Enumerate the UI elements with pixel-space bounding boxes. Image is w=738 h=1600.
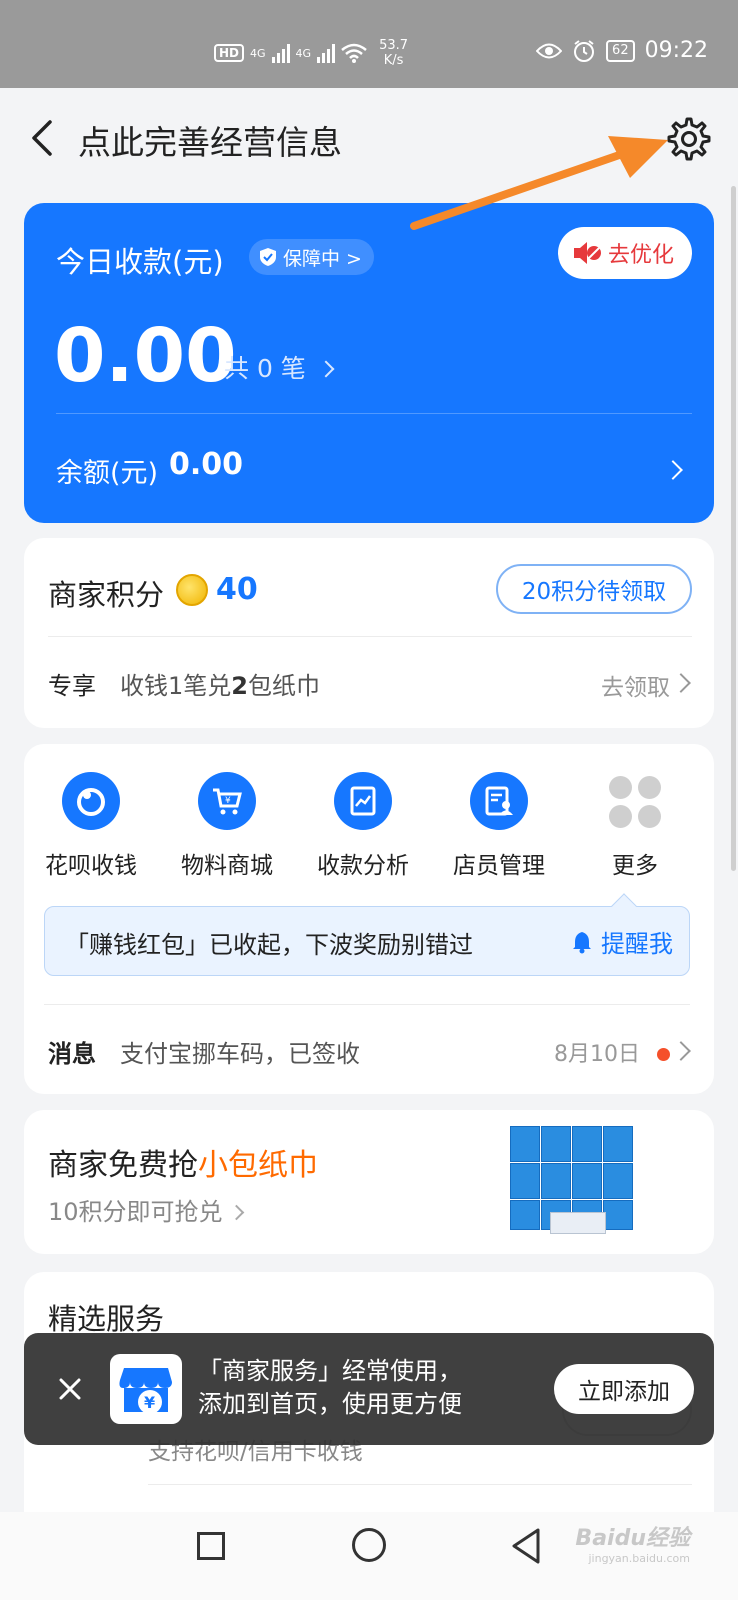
home-button[interactable] — [352, 1528, 386, 1562]
battery-icon: 62 — [606, 39, 635, 62]
page-title[interactable]: 点此完善经营信息 — [78, 116, 342, 164]
more-icon — [609, 776, 661, 828]
system-nav-bar: Baidu经验 jingyan.baidu.com — [0, 1512, 738, 1600]
exclusive-label: 专享 — [48, 672, 96, 700]
services-card: 花呗收钱 ¥ 物料商城 收款分析 店员管理 更多 「赚钱红包」已收起，下波奖励别… — [24, 744, 714, 1094]
merchant-points-card: 商家积分 40 20积分待领取 专享 收钱1笔兑2包纸巾 去领取 — [24, 538, 714, 728]
today-income-label: 今日收款(元) — [56, 245, 224, 279]
today-income-card[interactable]: 今日收款(元) 保障中 > 去优化 0.00 共 0 笔 余额(元) 0.00 — [24, 203, 714, 523]
service-huabei[interactable]: 花呗收钱 — [26, 772, 156, 880]
signal-icon — [271, 43, 290, 63]
transaction-count[interactable]: 共 0 笔 — [224, 349, 335, 385]
alarm-icon — [574, 39, 595, 62]
toast-message: 「商家服务」经常使用， 添加到首页，使用更方便 — [198, 1357, 462, 1418]
red-packet-tip: 「赚钱红包」已收起，下波奖励别错过 提醒我 — [44, 893, 690, 976]
hd-icon: HD — [214, 44, 245, 62]
close-icon[interactable] — [50, 1369, 90, 1409]
recents-button[interactable] — [197, 1532, 225, 1560]
service-label: 收款分析 — [317, 853, 409, 879]
points-value: 40 — [216, 572, 258, 607]
service-label: 更多 — [612, 853, 658, 879]
annotation-arrow-icon — [410, 136, 668, 230]
unread-dot — [657, 1048, 670, 1061]
message-text[interactable]: 支付宝挪车码，已签收 — [120, 1034, 360, 1069]
tip-arrow — [611, 893, 637, 919]
message-label: 消息 — [48, 1040, 96, 1068]
status-bar: HD 4G 4G 53.7 K/s 62 09:22 — [0, 0, 738, 88]
merchant-service-app-icon: ¥ — [110, 1354, 182, 1424]
watermark: Baidu经验 jingyan.baidu.com — [575, 1526, 690, 1565]
status-left: HD 4G 4G 53.7 K/s — [214, 38, 408, 68]
tip-text: 「赚钱红包」已收起，下波奖励别错过 — [65, 931, 473, 959]
optimize-label: 去优化 — [607, 243, 674, 268]
protection-label: 保障中 > — [283, 247, 362, 270]
divider — [148, 1484, 692, 1485]
service-income-analysis[interactable]: 收款分析 — [298, 772, 428, 880]
chevron-right-icon[interactable] — [663, 460, 683, 480]
add-to-home-toast: ¥ 「商家服务」经常使用， 添加到首页，使用更方便 立即添加 — [24, 1333, 714, 1445]
add-now-button[interactable]: 立即添加 — [554, 1364, 694, 1414]
chart-icon — [334, 772, 392, 830]
scrollbar[interactable] — [731, 186, 736, 871]
tissue-boxes-image — [510, 1126, 636, 1238]
service-staff-management[interactable]: 店员管理 — [434, 772, 564, 880]
back-triangle-icon[interactable] — [508, 1526, 546, 1566]
svg-text:¥: ¥ — [144, 1393, 155, 1412]
selected-services-title: 精选服务 — [48, 1302, 165, 1336]
divider — [56, 413, 692, 414]
divider — [44, 1004, 690, 1005]
balance-value: 0.00 — [169, 447, 244, 482]
free-tissue-promo-card[interactable]: 商家免费抢小包纸巾 10积分即可抢兑 — [24, 1110, 714, 1254]
eye-icon — [536, 43, 563, 58]
chevron-right-icon[interactable] — [671, 1041, 691, 1061]
clock: 09:22 — [644, 38, 708, 63]
service-label: 花呗收钱 — [45, 853, 137, 879]
svg-text:¥: ¥ — [225, 796, 231, 806]
promo-title: 商家免费抢小包纸巾 — [48, 1148, 318, 1183]
status-right: 62 09:22 — [536, 38, 708, 63]
balance-label: 余额(元) — [56, 458, 159, 489]
chevron-right-icon[interactable] — [671, 673, 691, 693]
exclusive-action[interactable]: 去领取 — [601, 668, 670, 702]
remind-me-label: 提醒我 — [601, 930, 673, 958]
remind-me-button[interactable]: 提醒我 — [571, 924, 673, 959]
today-amount: 0.00 — [54, 313, 237, 399]
service-more[interactable]: 更多 — [570, 772, 700, 880]
protection-badge[interactable]: 保障中 > — [249, 239, 374, 275]
network-label-b: 4G — [295, 46, 312, 60]
network-label-a: 4G — [250, 46, 266, 60]
network-speed: 53.7 K/s — [379, 38, 409, 68]
service-label: 店员管理 — [453, 853, 545, 879]
coin-icon — [176, 574, 208, 606]
cart-icon: ¥ — [198, 772, 256, 830]
speaker-icon — [573, 242, 601, 264]
divider — [48, 636, 692, 637]
wifi-icon — [341, 43, 367, 63]
claim-points-button[interactable]: 20积分待领取 — [496, 564, 692, 614]
bell-icon — [573, 931, 591, 953]
service-label: 物料商城 — [181, 853, 273, 879]
message-date: 8月10日 — [554, 1042, 640, 1067]
service-material-mall[interactable]: ¥ 物料商城 — [162, 772, 292, 880]
shield-icon — [260, 248, 276, 266]
back-arrow-icon[interactable] — [26, 118, 62, 158]
signal-icon — [317, 43, 336, 63]
points-label: 商家积分 — [48, 578, 165, 612]
promo-subtitle: 10积分即可抢兑 — [48, 1192, 244, 1227]
huabei-icon — [62, 772, 120, 830]
staff-icon — [470, 772, 528, 830]
exclusive-text: 收钱1笔兑2包纸巾 — [120, 672, 320, 700]
